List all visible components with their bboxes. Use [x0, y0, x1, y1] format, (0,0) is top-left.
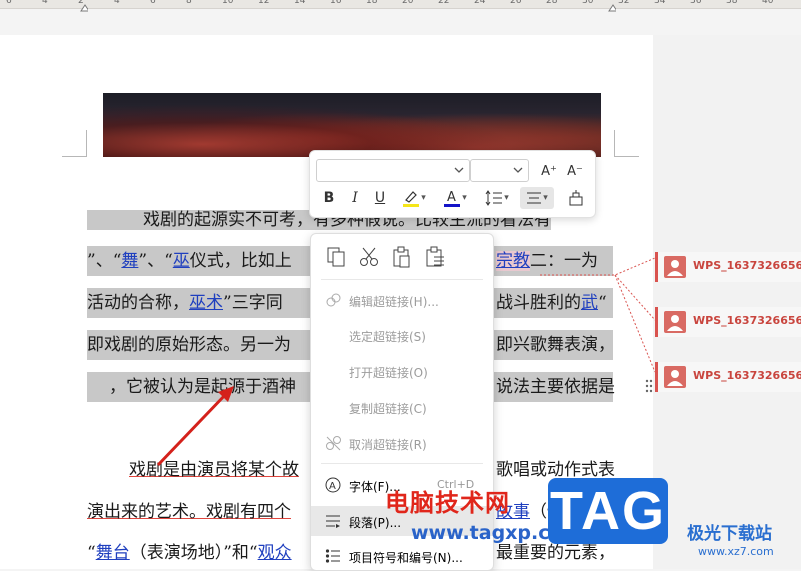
site-logo-url: www.xz7.com — [698, 545, 774, 558]
unlink-icon — [326, 436, 341, 451]
underline-button[interactable]: U — [371, 187, 389, 209]
menu-item-remove-hyperlink[interactable]: 取消超链接(R) — [311, 428, 493, 458]
mini-toolbar: A⁺ A⁻ B I U ▾ A ▾ ▾ ▾ — [309, 150, 596, 218]
chevron-down-icon — [513, 167, 523, 173]
svg-text:A: A — [447, 190, 456, 205]
avatar — [664, 366, 686, 388]
format-painter-button[interactable] — [565, 187, 587, 209]
chevron-down-icon: ▾ — [421, 193, 426, 203]
grow-font-icon: A⁺ — [541, 163, 557, 179]
avatar — [664, 311, 686, 333]
comment-card[interactable]: WPS_1637326656 — [655, 252, 801, 282]
chevron-down-icon: ▾ — [543, 193, 548, 203]
comment-card[interactable]: WPS_1637326656 — [655, 307, 801, 337]
context-menu: 编辑超链接(H)... 选定超链接(S) 打开超链接(O) 复制超链接(C) 取… — [310, 233, 494, 571]
font-name-select[interactable] — [316, 159, 470, 182]
drag-handle-icon[interactable] — [645, 378, 653, 394]
highlighter-icon — [403, 191, 420, 207]
menu-separator — [321, 463, 483, 464]
font-color-icon: A — [444, 190, 461, 207]
shrink-font-icon: A⁻ — [567, 163, 583, 179]
list-icon — [325, 549, 340, 563]
menu-item-label: 选定超链接(S) — [349, 330, 426, 344]
comment-card[interactable]: WPS_1637326656 — [655, 362, 801, 392]
menu-item-open-hyperlink[interactable]: 打开超链接(O) — [311, 356, 493, 386]
copy-icon — [327, 247, 345, 267]
user-icon — [667, 315, 683, 331]
menu-item-label: 复制超链接(C) — [349, 402, 427, 416]
clipboard-actions — [323, 246, 483, 270]
menu-item-bullets-numbering[interactable]: 项目符号和编号(N)... — [311, 541, 493, 571]
highlight-button[interactable]: ▾ — [398, 187, 430, 209]
paste-text-icon — [426, 246, 444, 267]
shrink-font-button[interactable]: A⁻ — [564, 160, 586, 182]
avatar — [664, 256, 686, 278]
cut-button[interactable] — [358, 246, 380, 272]
site-logo-text: 极光下载站 — [687, 524, 772, 544]
tag-logo: TAG — [548, 478, 668, 544]
line-spacing-button[interactable]: ▾ — [482, 187, 512, 209]
font-icon: A — [325, 477, 341, 493]
menu-item-edit-hyperlink[interactable]: 编辑超链接(H)... — [311, 285, 493, 315]
comment-author: WPS_1637326656 — [693, 369, 801, 382]
menu-separator — [321, 279, 483, 280]
italic-icon: I — [352, 190, 358, 206]
underline-icon: U — [374, 190, 386, 206]
tag-logo-text: TAG — [550, 481, 666, 541]
chevron-down-icon: ▾ — [504, 193, 509, 203]
user-icon — [667, 260, 683, 276]
comment-author: WPS_1637326656 — [693, 259, 801, 272]
paste-special-button[interactable] — [424, 246, 446, 272]
comment-author: WPS_1637326656 — [693, 314, 801, 327]
scissors-icon — [360, 247, 378, 266]
watermark-text: 电脑技术网 — [385, 489, 510, 517]
bold-button[interactable]: B — [320, 187, 338, 209]
bold-icon: B — [323, 190, 335, 206]
format-painter-icon — [569, 190, 583, 206]
svg-text:A: A — [329, 481, 336, 492]
menu-item-label: 打开超链接(O) — [349, 366, 428, 380]
link-icon — [326, 293, 341, 307]
italic-button[interactable]: I — [346, 187, 364, 209]
font-color-button[interactable]: A ▾ — [440, 187, 470, 209]
menu-item-copy-hyperlink[interactable]: 复制超链接(C) — [311, 392, 493, 422]
menu-item-label: 编辑超链接(H)... — [349, 295, 439, 309]
copy-button[interactable] — [325, 246, 347, 272]
align-button[interactable]: ▾ — [520, 187, 554, 209]
paste-icon — [393, 246, 410, 268]
grow-font-button[interactable]: A⁺ — [538, 160, 560, 182]
line-spacing-icon — [485, 190, 503, 206]
font-size-select[interactable] — [470, 159, 529, 182]
chevron-down-icon — [454, 167, 464, 173]
user-icon — [667, 370, 683, 386]
menu-item-label: 项目符号和编号(N)... — [349, 551, 463, 565]
align-center-icon — [527, 192, 542, 204]
menu-item-select-hyperlink[interactable]: 选定超链接(S) — [311, 320, 493, 350]
paragraph-icon — [326, 515, 340, 528]
chevron-down-icon: ▾ — [462, 193, 467, 203]
paste-button[interactable] — [391, 246, 413, 272]
menu-item-label: 取消超链接(R) — [349, 438, 427, 452]
